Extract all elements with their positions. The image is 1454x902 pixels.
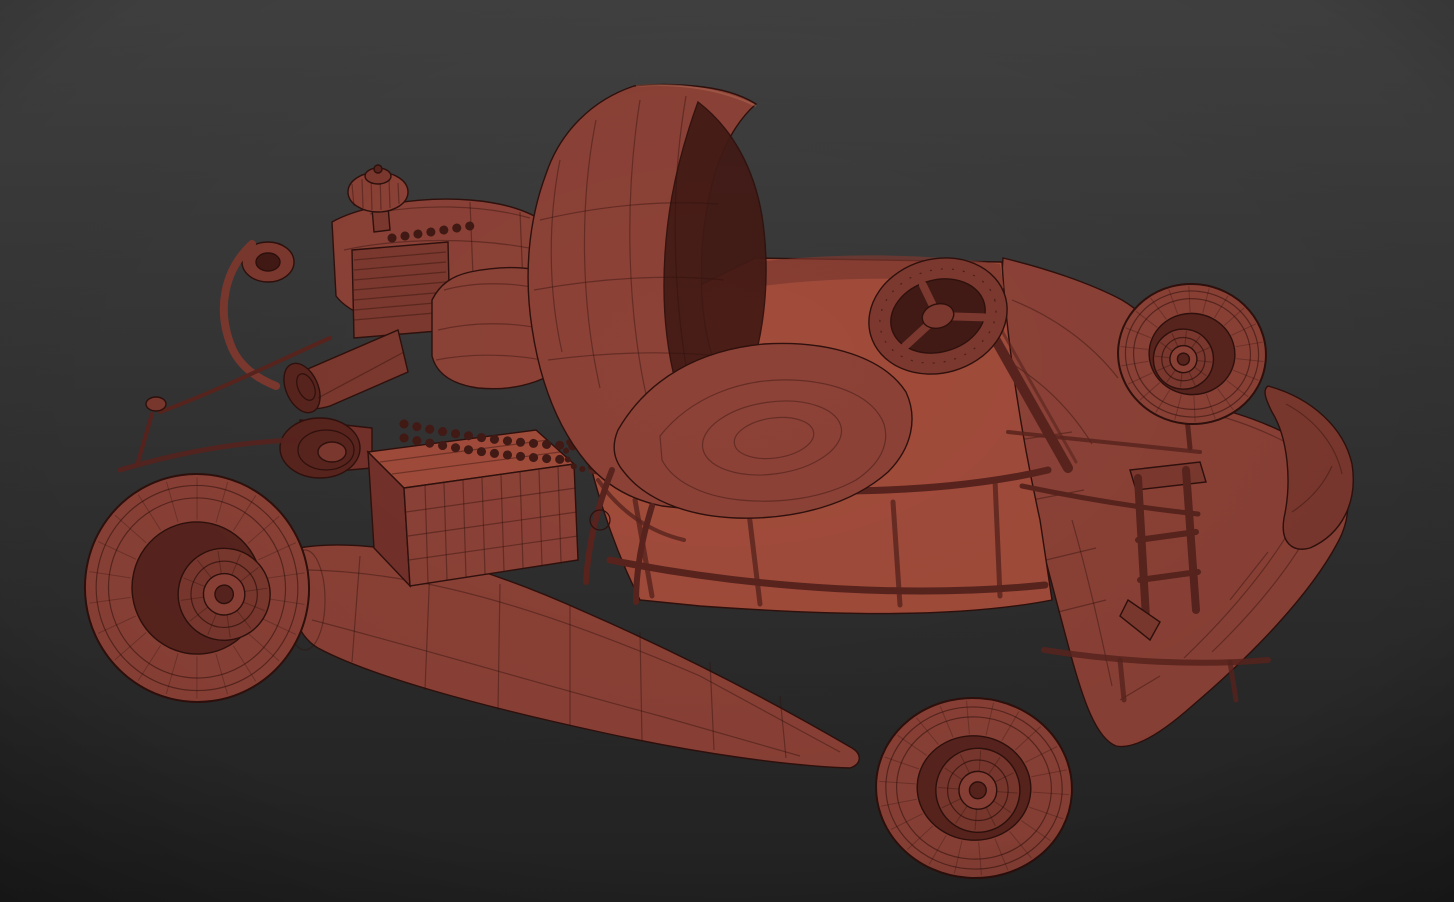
- go-kart-render[interactable]: [0, 0, 1454, 902]
- vignette-overlay: [0, 0, 1454, 902]
- viewport-canvas[interactable]: [0, 0, 1454, 902]
